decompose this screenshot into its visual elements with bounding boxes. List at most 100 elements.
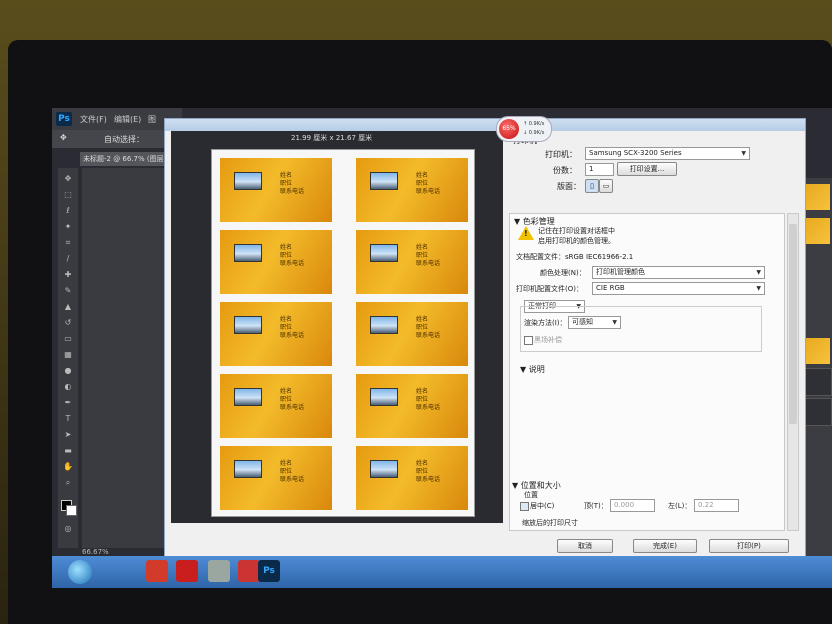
crop-icon[interactable]: ⌗ [62,238,74,248]
paper-size-label: 21.99 厘米 x 21.67 厘米 [291,134,373,142]
printer-profile-select[interactable]: CIE RGB ▼ [592,282,765,295]
app-icon-red[interactable] [146,560,168,582]
path-select-icon[interactable]: ➤ [62,430,74,440]
business-card: 姓名 职位 联系电话 [220,302,332,366]
dodge-icon[interactable]: ◐ [62,382,74,392]
menu-edit[interactable]: 编辑(E) [114,114,141,125]
lasso-icon[interactable]: ℓ [62,206,74,216]
start-button-icon[interactable] [68,560,92,584]
hand-icon[interactable]: ✋ [62,462,74,472]
scroll-thumb[interactable] [789,224,797,424]
shape-icon[interactable]: ▬ [62,446,74,456]
card-text-line: 联系电话 [280,188,305,195]
business-card: 姓名 职位 联系电话 [356,302,468,366]
landscape-icon[interactable]: ▭ [599,179,613,193]
chevron-down-icon: ▼ [612,319,617,326]
menu-file[interactable]: 文件(F) [80,114,107,125]
gradient-icon[interactable]: ▦ [62,350,74,360]
business-card: 姓名 职位 联系电话 [220,374,332,438]
chevron-down-icon: ▼ [756,285,761,292]
print-dialog: 21.99 厘米 x 21.67 厘米 姓名 职位 联系电话 姓名 职位 联系电话 姓名 职位… [164,118,806,560]
card-photo [234,460,262,478]
chevron-down-icon: ▼ [756,269,761,276]
print-preview-pane: 21.99 厘米 x 21.67 厘米 姓名 职位 联系电话 姓名 职位 联系电话 姓名 职位… [171,131,503,523]
card-photo [234,244,262,262]
brush-icon[interactable]: ✎ [62,286,74,296]
card-photo [370,316,398,334]
move-icon[interactable]: ✥ [62,174,74,184]
network-percent: 65% [499,119,519,139]
app-icon-media[interactable] [238,560,260,582]
chevron-down-icon: ▼ [741,150,746,157]
black-point-checkbox[interactable] [524,336,533,345]
photoshop-taskbar-icon[interactable]: Ps [258,560,280,582]
paper-preview: 姓名 职位 联系电话 姓名 职位 联系电话 姓名 职位 联系电话 姓名 职位 联系电话 姓名 职位 联系电话… [211,149,475,517]
card-photo [370,460,398,478]
dialog-titlebar [165,119,805,131]
left-input[interactable]: 0.22 [694,499,739,512]
rendering-select[interactable]: 可感知 ▼ [568,316,621,329]
type-icon[interactable]: T [62,414,74,424]
magic-wand-icon[interactable]: ✦ [62,222,74,232]
business-card: 姓名 职位 联系电话 [356,158,468,222]
printer-label: 打印机： [545,150,577,159]
center-checkbox[interactable] [520,502,529,511]
scaled-size-label: 缩放后的打印尺寸 [522,519,578,527]
photoshop-toolbox: ✥ ⬚ ℓ ✦ ⌗ / ✚ ✎ ▲ ↺ ▭ ▦ ● ◐ ✒ T ➤ ▬ ✋ ⌕ … [58,168,78,548]
quick-mask-icon[interactable]: ◎ [62,524,74,534]
menu-image[interactable]: 图 [148,114,156,125]
app-icon-explorer[interactable] [208,560,230,582]
card-text-line: 联系电话 [280,404,305,411]
history-brush-icon[interactable]: ↺ [62,318,74,328]
card-text-line: 联系电话 [280,476,305,483]
card-photo [234,316,262,334]
card-photo [370,244,398,262]
copies-input[interactable]: 1 [585,163,614,176]
app-icon-browser[interactable] [176,560,198,582]
blur-icon[interactable]: ● [62,366,74,376]
healing-icon[interactable]: ✚ [62,270,74,280]
eyedropper-icon[interactable]: / [62,254,74,264]
card-text-line: 联系电话 [416,188,441,195]
card-text-line: 联系电话 [416,404,441,411]
rendering-label: 渲染方法(I)： [524,319,567,327]
printer-select[interactable]: Samsung SCX-3200 Series ▼ [585,147,750,160]
card-text-line: 联系电话 [416,332,441,339]
done-button[interactable]: 完成(E) [633,539,697,553]
marquee-icon[interactable]: ⬚ [62,190,74,200]
windows-taskbar: Ps [52,556,832,588]
photoshop-logo: Ps [56,112,72,126]
top-input[interactable]: 0.000 [610,499,655,512]
printer-profile-label: 打印机配置文件(O)： [516,285,583,293]
print-setup-button[interactable]: 打印设置... [617,162,677,176]
options-panel: ▼ 色彩管理 ! 记住在打印设置对话框中 启用打印机的颜色管理。 文档配置文件：… [509,213,785,531]
card-text-line: 联系电话 [280,260,305,267]
copies-label: 份数： [553,166,577,175]
portrait-icon[interactable]: ▯ [585,179,599,193]
stamp-icon[interactable]: ▲ [62,302,74,312]
document-profile: 文档配置文件：sRGB IEC61966-2.1 [516,253,634,261]
pen-icon[interactable]: ✒ [62,398,74,408]
color-handling-select[interactable]: 打印机管理颜色 ▼ [592,266,765,279]
layout-label: 版面： [557,182,581,191]
warning-text-line2: 启用打印机的颜色管理。 [538,237,615,245]
center-label: 居中(C) [530,502,555,510]
card-text-line: 联系电话 [280,332,305,339]
description-header[interactable]: ▼ 说明 [520,364,545,375]
left-label: 左(L)： [668,502,692,510]
zoom-icon[interactable]: ⌕ [62,478,74,488]
background-color-swatch[interactable] [66,505,77,516]
network-speed-widget[interactable]: 65% ↑ 0.9K/s ↓ 0.9K/s [496,116,552,142]
business-card: 姓名 职位 联系电话 [220,230,332,294]
card-photo [370,388,398,406]
business-card: 姓名 职位 联系电话 [356,446,468,510]
move-tool-icon[interactable]: ✥ [60,133,67,142]
card-text-line: 联系电话 [416,260,441,267]
auto-select-label: 自动选择： [104,135,144,144]
eraser-icon[interactable]: ▭ [62,334,74,344]
options-scrollbar[interactable] [787,213,799,531]
cancel-button[interactable]: 取消 [557,539,613,553]
rendering-group [520,306,762,352]
print-button[interactable]: 打印(P) [709,539,789,553]
top-label: 顶(T)： [584,502,608,510]
